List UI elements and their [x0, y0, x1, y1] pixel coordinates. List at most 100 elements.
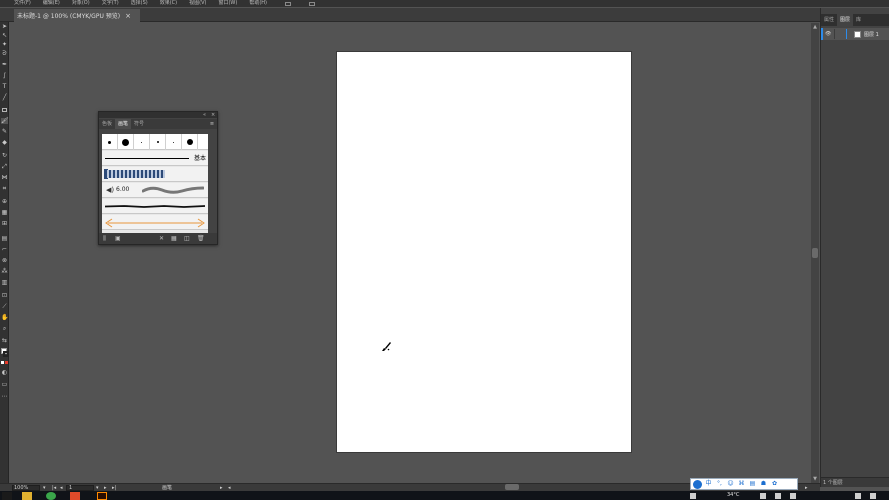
- free-transform-tool-icon[interactable]: ⌗: [1, 186, 8, 192]
- notification-icon[interactable]: [870, 493, 876, 499]
- art-brush-row[interactable]: ◀) 6.00: [102, 183, 208, 198]
- tray-icon[interactable]: [790, 493, 796, 499]
- scrollbar-thumb[interactable]: [812, 248, 818, 258]
- menu-window[interactable]: 窗口(W): [218, 0, 237, 7]
- close-icon[interactable]: ×: [211, 112, 215, 118]
- new-brush-icon[interactable]: ◫: [184, 235, 190, 242]
- scale-tool-icon[interactable]: ⤢: [1, 164, 8, 170]
- tab-libraries[interactable]: 库: [853, 14, 864, 26]
- ime-logo-icon[interactable]: [693, 479, 702, 489]
- close-icon[interactable]: ×: [125, 12, 131, 20]
- rough-brush-row[interactable]: [102, 199, 208, 214]
- ime-punctuation-icon[interactable]: °,: [715, 479, 724, 489]
- ime-emoji-icon[interactable]: ☺: [726, 479, 735, 489]
- width-tool-icon[interactable]: ⋈: [1, 175, 8, 181]
- ime-settings-icon[interactable]: ✿: [770, 479, 779, 489]
- brush-swatch[interactable]: [134, 134, 150, 150]
- workspace-switcher-icon[interactable]: [309, 1, 315, 6]
- menu-edit[interactable]: 编辑(E): [43, 0, 60, 7]
- remove-stroke-icon[interactable]: ✕: [159, 235, 164, 242]
- app-icon[interactable]: [70, 492, 80, 500]
- tray-icon[interactable]: [775, 493, 781, 499]
- delete-brush-icon[interactable]: 🗑: [197, 235, 205, 242]
- brush-swatch[interactable]: [182, 134, 198, 150]
- brush-swatch[interactable]: [166, 134, 182, 150]
- brush-swatch[interactable]: [150, 134, 166, 150]
- rotate-tool-icon[interactable]: ↻: [1, 153, 8, 159]
- scroll-down-icon[interactable]: ▼: [812, 476, 818, 482]
- mesh-tool-icon[interactable]: ⊞: [1, 221, 8, 227]
- menu-view[interactable]: 视图(V): [189, 0, 206, 7]
- tray-icon[interactable]: [690, 493, 696, 499]
- file-explorer-icon[interactable]: [22, 492, 32, 500]
- artboard-tool-icon[interactable]: ⊡: [1, 293, 8, 299]
- lasso-tool-icon[interactable]: ᘐ: [1, 51, 8, 57]
- scroll-up-icon[interactable]: ▲: [812, 24, 818, 30]
- start-icon[interactable]: [2, 492, 12, 500]
- canvas-workspace[interactable]: [9, 23, 811, 483]
- rectangle-tool-icon[interactable]: [2, 108, 7, 112]
- illustrator-taskbar-icon[interactable]: [97, 492, 107, 500]
- tray-icon[interactable]: [760, 493, 766, 499]
- layer-row[interactable]: 👁 图层 1: [821, 28, 889, 40]
- eraser-tool-icon[interactable]: ◆: [1, 140, 8, 146]
- perspective-grid-tool-icon[interactable]: ▦: [1, 210, 8, 216]
- none-color-icon[interactable]: [5, 361, 8, 364]
- magic-wand-tool-icon[interactable]: ✦: [1, 42, 8, 48]
- menu-select[interactable]: 选择(S): [131, 0, 148, 7]
- brush-library-icon[interactable]: ⫼: [103, 235, 106, 242]
- type-tool-icon[interactable]: T: [1, 84, 8, 90]
- line-tool-icon[interactable]: ╱: [1, 95, 8, 101]
- pen-tool-icon[interactable]: ✒: [1, 62, 8, 68]
- ime-mode[interactable]: 中: [704, 479, 713, 489]
- hand-tool-icon[interactable]: ✋: [1, 315, 8, 321]
- tray-icon[interactable]: [855, 493, 861, 499]
- eyedropper-tool-icon[interactable]: ⌐: [1, 247, 8, 253]
- swap-colors-icon[interactable]: ⇆: [1, 338, 8, 344]
- symbol-sprayer-tool-icon[interactable]: ⁂: [1, 269, 8, 275]
- shape-builder-tool-icon[interactable]: ⊕: [1, 199, 8, 205]
- ime-skin-icon[interactable]: ☗: [759, 479, 768, 489]
- tab-brushes[interactable]: 画笔: [115, 119, 132, 129]
- brush-swatch[interactable]: [118, 134, 134, 150]
- document-tab[interactable]: 未标题-1 @ 100% (CMYK/GPU 预览) ×: [14, 9, 140, 22]
- horizontal-scrollbar-thumb[interactable]: [505, 484, 519, 490]
- collapse-panel-icon[interactable]: «: [203, 112, 206, 118]
- tab-symbols[interactable]: 符号: [131, 119, 147, 129]
- direct-selection-tool-icon[interactable]: ↖: [1, 33, 8, 39]
- menu-object[interactable]: 对象(O): [72, 0, 90, 7]
- arrow-brush-row[interactable]: [102, 215, 208, 230]
- tab-swatches[interactable]: 色板: [99, 119, 115, 129]
- panel-titlebar[interactable]: « ×: [99, 112, 217, 118]
- tab-properties[interactable]: 属性: [821, 14, 837, 26]
- drawing-mode-icon[interactable]: ◐: [1, 370, 8, 376]
- ime-keyboard-icon[interactable]: ▤: [748, 479, 757, 489]
- options-icon[interactable]: ▦: [171, 235, 177, 242]
- artboard[interactable]: [336, 51, 632, 453]
- vertical-scrollbar[interactable]: ▲ ▼: [811, 23, 819, 483]
- pencil-tool-icon[interactable]: ✎: [1, 129, 8, 135]
- brush-swatch[interactable]: [102, 134, 118, 150]
- tab-layers[interactable]: 图层: [837, 14, 854, 26]
- gradient-tool-icon[interactable]: ▤: [1, 236, 8, 242]
- curvature-tool-icon[interactable]: ∫: [1, 73, 8, 79]
- arrange-documents-icon[interactable]: [285, 1, 291, 6]
- menu-file[interactable]: 文件(F): [14, 0, 31, 7]
- paintbrush-tool-icon[interactable]: 🖌: [1, 118, 9, 124]
- menu-help[interactable]: 帮助(H): [249, 0, 267, 7]
- menu-type[interactable]: 文字(T): [102, 0, 119, 7]
- zoom-tool-icon[interactable]: ⌕: [1, 326, 8, 332]
- slice-tool-icon[interactable]: ⟋: [1, 304, 8, 310]
- pattern-brush-row[interactable]: [102, 167, 208, 182]
- column-graph-tool-icon[interactable]: ▥: [1, 280, 8, 286]
- screen-mode-icon[interactable]: ▭: [1, 382, 8, 388]
- color-mode-icon[interactable]: [1, 361, 4, 364]
- blend-tool-icon[interactable]: ⊗: [1, 258, 8, 264]
- libraries-icon[interactable]: ▣: [115, 235, 121, 242]
- menu-effect[interactable]: 效果(C): [160, 0, 177, 7]
- browser-icon[interactable]: [46, 492, 56, 500]
- selection-tool-icon[interactable]: ➤: [1, 24, 8, 30]
- basic-brush-row[interactable]: 基本: [102, 151, 208, 166]
- panel-menu-icon[interactable]: ≡: [209, 121, 215, 127]
- edit-toolbar-icon[interactable]: ⋯: [1, 394, 8, 400]
